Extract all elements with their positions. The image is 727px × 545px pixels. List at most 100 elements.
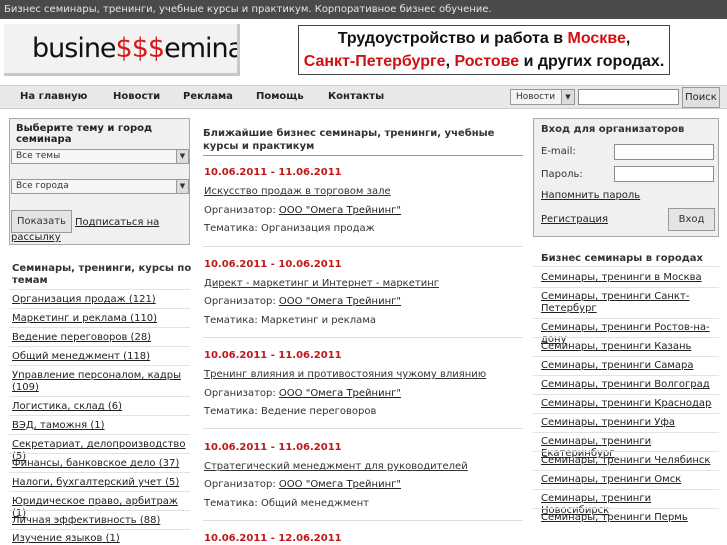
login-title: Вход для организаторов [541,124,685,135]
banner-line-1: Трудоустройство и работа в Москве, [337,30,631,47]
organizer-link[interactable]: ООО "Омега Трейнинг" [279,479,401,490]
divider [9,510,190,511]
city-link[interactable]: Семинары, тренинги Казань [541,341,721,353]
city-link[interactable]: Семинары, тренинги Омск [541,474,721,486]
city-link[interactable]: Семинары, тренинги Волгоград [541,379,721,391]
nav-contacts[interactable]: Контакты [328,86,384,108]
category-link[interactable]: Изучение языков (1) [12,533,192,545]
divider [533,356,719,357]
divider [533,287,719,288]
divider [533,337,719,338]
event-topic: Тематика: Общий менеджмент [204,498,369,509]
category-link[interactable]: Маркетинг и реклама (110) [12,313,192,325]
organizer-link[interactable]: ООО "Омега Трейнинг" [279,388,401,399]
organizer-login: Вход для организаторов E-mail: Пароль: Н… [533,118,719,237]
site-tagline: Бизнес семинары, тренинги, учебные курсы… [4,4,492,15]
city-link[interactable]: Семинары, тренинги Краснодар [541,398,721,410]
category-link[interactable]: Организация продаж (121) [12,294,192,306]
cities-title: Бизнес семинары в городах [541,253,703,264]
divider [9,346,190,347]
category-link[interactable]: Личная эффективность (88) [12,515,192,527]
email-field[interactable] [614,144,714,160]
filter-title: Выберите тему и город семинара [16,123,153,145]
divider [533,266,719,267]
password-field[interactable] [614,166,714,182]
category-link[interactable]: Общий менеджмент (118) [12,351,192,363]
search-input[interactable] [578,89,679,105]
event-date: 10.06.2011 - 10.06.2011 [204,259,342,270]
city-link[interactable]: Семинары, тренинги Самара [541,360,721,372]
nav-help[interactable]: Помощь [256,86,304,108]
event-title-link[interactable]: Стратегический менеджмент для руководите… [204,461,468,472]
event-organizer: Организатор: ООО "Омега Трейнинг" [204,205,401,216]
divider [533,394,719,395]
divider [9,289,190,290]
header: busine$$$eminar Трудоустройство и работа… [0,19,727,85]
divider [203,520,523,521]
event-organizer: Организатор: ООО "Омега Трейнинг" [204,388,401,399]
main-nav: На главную Новости Реклама Помощь Контак… [0,85,727,109]
remind-password-link[interactable]: Напомнить пароль [541,190,640,201]
event-topic: Тематика: Организация продаж [204,223,375,234]
divider [9,472,190,473]
divider [9,529,190,530]
divider [533,508,719,509]
event-topic: Тематика: Маркетинг и реклама [204,315,376,326]
password-label: Пароль: [541,169,583,180]
divider [203,337,523,338]
events-heading: Ближайшие бизнес семинары, тренинги, уче… [203,128,495,152]
divider [533,432,719,433]
city-link[interactable]: Семинары, тренинги Пермь [541,512,721,524]
divider [9,434,190,435]
category-link[interactable]: ВЭД, таможня (1) [12,420,192,432]
divider [203,246,523,247]
event-date: 10.06.2011 - 11.06.2011 [204,167,342,178]
divider [533,451,719,452]
search-button[interactable]: Поиск [682,87,720,108]
event-title-link[interactable]: Директ - маркетинг и Интернет - маркетин… [204,278,439,289]
search-section-select[interactable]: Новости ▼ [510,89,575,105]
divider [9,415,190,416]
chevron-down-icon: ▼ [561,90,574,104]
divider [533,375,719,376]
city-link[interactable]: Семинары, тренинги Санкт-Петербург [541,291,721,315]
divider [9,453,190,454]
divider [9,308,190,309]
categories-title: Семинары, тренинги, курсы по темам [12,263,192,286]
city-link[interactable]: Семинары, тренинги в Москва [541,272,721,284]
nav-ads[interactable]: Реклама [183,86,233,108]
divider [533,318,719,319]
divider [533,489,719,490]
organizer-link[interactable]: ООО "Омега Трейнинг" [279,205,401,216]
divider [203,428,523,429]
city-link[interactable]: Семинары, тренинги Челябинск [541,455,721,467]
divider [533,470,719,471]
subscribe-link[interactable]: Подписаться на рассылку [11,215,189,245]
city-link[interactable]: Семинары, тренинги Уфа [541,417,721,429]
event-title-link[interactable]: Искусство продаж в торговом зале [204,186,391,197]
nav-news[interactable]: Новости [113,86,160,108]
event-organizer: Организатор: ООО "Омега Трейнинг" [204,296,401,307]
ad-banner[interactable]: Трудоустройство и работа в Москве, Санкт… [298,25,670,75]
event-title-link[interactable]: Тренинг влияния и противостояния чужому … [204,369,486,380]
event-date: 10.06.2011 - 11.06.2011 [204,350,342,361]
nav-home[interactable]: На главную [20,86,87,108]
email-label: E-mail: [541,146,576,157]
topic-select[interactable]: Все темы ▼ [11,149,189,164]
register-link[interactable]: Регистрация [541,214,608,225]
divider [9,396,190,397]
category-link[interactable]: Логистика, склад (6) [12,401,192,413]
category-link[interactable]: Финансы, банковское дело (37) [12,458,192,470]
category-link[interactable]: Ведение переговоров (28) [12,332,192,344]
category-link[interactable]: Управление персоналом, кадры (109) [12,370,192,394]
heading-rule [203,155,523,156]
category-link[interactable]: Налоги, бухгалтерский учет (5) [12,477,192,489]
login-button[interactable]: Вход [668,208,715,231]
organizer-link[interactable]: ООО "Омега Трейнинг" [279,296,401,307]
divider [9,365,190,366]
chevron-down-icon: ▼ [176,150,188,163]
event-date: 10.06.2011 - 11.06.2011 [204,442,342,453]
logo-text-1: busine [32,33,117,64]
site-logo[interactable]: busine$$$eminar [4,24,240,76]
city-select[interactable]: Все города ▼ [11,179,189,194]
